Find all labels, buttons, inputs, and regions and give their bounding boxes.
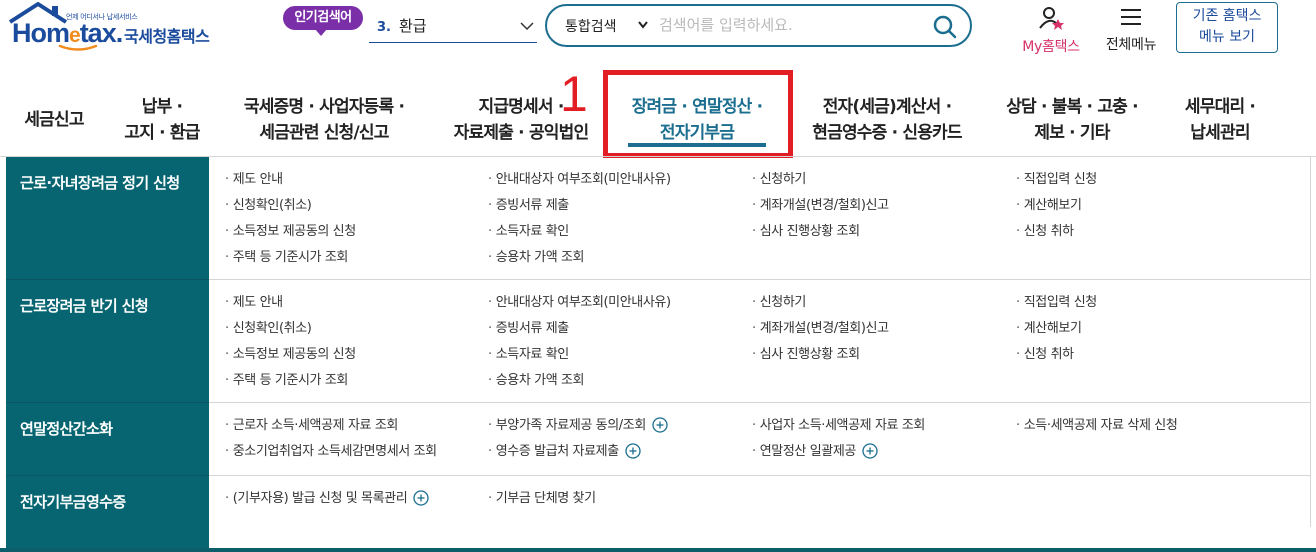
menu-link[interactable]: 사업자 소득·세액공제 자료 조회 [752,417,926,435]
menu-link[interactable]: 심사 진행상황 조회 [752,223,860,241]
menu-link[interactable]: 증빙서류 제출 [488,320,569,338]
menu-link[interactable]: 직접입력 신청 [1016,294,1097,312]
menu-link[interactable]: 계좌개설(변경/철회)신고 [752,320,889,338]
chevron-down-icon[interactable] [637,20,649,30]
menu-link-expandable[interactable]: 부양가족 자료제공 동의/조회 [488,416,668,435]
menu-link[interactable]: 소득자료 확인 [488,223,569,241]
menu-link[interactable]: 신청확인(취소) [225,320,312,338]
gnb-certificates[interactable]: 국세증명 · 사업자등록 · 세금관련 신청/신고 [222,82,426,158]
plus-circle-icon[interactable] [862,442,878,459]
popular-keyword: 환급 [398,17,427,35]
menu-link[interactable]: 제도 안내 [225,171,283,189]
hometax-logo[interactable]: 언제 어디서나 납세서비스 Hometax. 국세청홈택스 [6,2,222,52]
popular-keyword-select[interactable]: 3. 환급 [369,14,537,43]
menu-link[interactable]: 신청 취하 [1016,223,1074,241]
menu-group-incentive-half: 근로장려금 반기 신청 제도 안내 안내대상자 여부조회(미안내사유) 신청하기… [6,280,1310,403]
plus-circle-icon[interactable] [625,442,641,459]
menu-link[interactable]: 승용차 가액 조회 [488,249,585,267]
annotation-step-number: 1 [560,66,588,122]
search-bar: 통합검색 [545,4,972,47]
menu-link[interactable]: 계산해보기 [1016,197,1082,215]
menu-link[interactable]: 안내대상자 여부조회(미안내사유) [488,294,671,312]
my-hometax-label: My홈택스 [1022,39,1080,55]
menu-link[interactable]: 직접입력 신청 [1016,171,1097,189]
logo-swoosh [58,44,98,51]
menu-group-e-donation-receipt: 전자기부금영수증 (기부자용) 발급 신청 및 목록관리 기부금 단체명 찾기 [6,476,1310,527]
gnb-tax-filing[interactable]: 세금신고 [6,82,102,158]
old-menu-line2: 메뉴 보기 [1199,29,1255,45]
plus-circle-icon[interactable] [652,416,668,433]
old-menu-line1: 기존 홈택스 [1192,8,1262,24]
menu-link[interactable]: 소득정보 제공동의 신청 [225,223,356,241]
menu-link[interactable]: 신청하기 [752,294,807,312]
menu-link-expandable[interactable]: 연말정산 일괄제공 [752,442,878,461]
menu-link[interactable]: 안내대상자 여부조회(미안내사유) [488,171,671,189]
mega-menu-right-border [1310,157,1311,527]
menu-link[interactable]: 중소기업취업자 소득세감면명세서 조회 [225,443,437,461]
menu-link[interactable]: 계좌개설(변경/철회)신고 [752,197,889,215]
menu-link[interactable]: 신청하기 [752,171,807,189]
menu-link[interactable]: 신청 취하 [1016,346,1074,364]
search-input[interactable] [659,14,919,36]
page-bottom-bar [0,548,1316,552]
menu-link[interactable]: 주택 등 기준시가 조회 [225,372,349,390]
menu-link[interactable]: 승용차 가액 조회 [488,372,585,390]
all-menu-button[interactable]: 전체메뉴 [1098,6,1164,54]
menu-link[interactable]: 신청확인(취소) [225,197,312,215]
hamburger-menu-icon [1121,9,1141,25]
group-title: 연말정산간소화 [20,420,113,438]
menu-link[interactable]: 소득정보 제공동의 신청 [225,346,356,364]
group-title: 근로·자녀장려금 정기 신청 [20,174,180,192]
all-menu-label: 전체메뉴 [1105,37,1157,53]
plus-circle-icon[interactable] [413,489,429,506]
gnb-tax-agent[interactable]: 세무대리 · 납세관리 [1164,82,1276,158]
menu-group-incentive-regular: 근로·자녀장려금 정기 신청 제도 안내 안내대상자 여부조회(미안내사유) 신… [6,157,1310,280]
group-title: 근로장려금 반기 신청 [20,297,149,315]
menu-link[interactable]: 소득·세액공제 자료 삭제 신청 [1016,417,1178,435]
menu-link[interactable]: 계산해보기 [1016,320,1082,338]
chevron-down-icon [520,22,534,31]
menu-link-expandable[interactable]: 영수증 발급처 자료제출 [488,442,641,461]
popular-search-badge: 인기검색어 [283,6,363,36]
group-title: 전자기부금영수증 [20,493,126,511]
menu-link[interactable]: 소득자료 확인 [488,346,569,364]
menu-link[interactable]: 근로자 소득·세액공제 자료 조회 [225,417,399,435]
menu-link[interactable]: 제도 안내 [225,294,283,312]
search-scope-select[interactable]: 통합검색 [565,16,617,36]
menu-link[interactable]: 주택 등 기준시가 조회 [225,249,349,267]
gnb-payment[interactable]: 납부 · 고지 · 환급 [110,82,214,158]
menu-group-year-end-simplified: 연말정산간소화 근로자 소득·세액공제 자료 조회 부양가족 자료제공 동의/조… [6,403,1310,476]
mega-menu: 근로·자녀장려금 정기 신청 제도 안내 안내대상자 여부조회(미안내사유) 신… [6,157,1311,552]
menu-link[interactable]: 심사 진행상황 조회 [752,346,860,364]
logo-brand-ko: 국세청홈택스 [124,27,210,46]
search-icon[interactable] [932,14,958,40]
popular-rank-number: 3. [377,20,391,35]
gnb-consultation[interactable]: 상담 · 불복 · 고충 · 제보 · 기타 [992,82,1152,158]
annotation-highlight-box [603,70,793,158]
old-menu-button[interactable]: 기존 홈택스 메뉴 보기 [1176,2,1278,53]
menu-link[interactable]: 기부금 단체명 찾기 [488,490,596,508]
menu-link[interactable]: 증빙서류 제출 [488,197,569,215]
my-hometax-icon [1039,7,1064,30]
menu-link-expandable[interactable]: (기부자용) 발급 신청 및 목록관리 [225,489,429,508]
gnb-e-invoices[interactable]: 전자(세금)계산서 · 현금영수증 · 신용카드 [794,82,980,158]
my-hometax-button[interactable]: My홈택스 [1012,6,1090,56]
